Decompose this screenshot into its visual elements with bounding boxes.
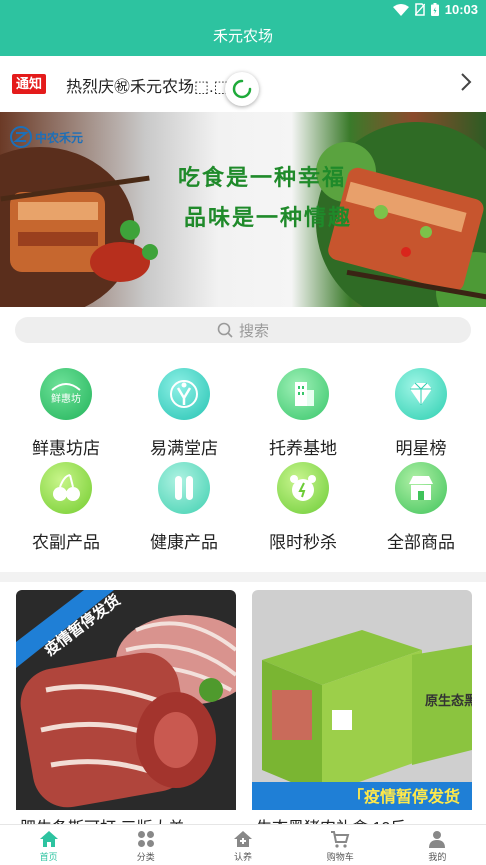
bottom-tab-bar: 首页 分类 认养 购物车 我的 (0, 824, 486, 865)
adopt-house-icon (234, 831, 252, 847)
wifi-icon (392, 3, 409, 16)
tab-profile[interactable]: 我的 (389, 825, 486, 865)
user-icon (429, 831, 446, 848)
category-all[interactable]: 全部商品 (366, 462, 476, 553)
product-image: 疫情暂停发货 (16, 590, 236, 810)
category-label: 易满堂店 (150, 439, 218, 458)
yimantang-icon (158, 368, 210, 420)
banner-logo-text: 中农禾元 (35, 130, 84, 145)
tab-category[interactable]: 分类 (97, 825, 194, 865)
category-label: 全部商品 (387, 533, 455, 552)
loading-spinner (225, 72, 259, 106)
alarm-clock-icon (277, 462, 329, 514)
fresh-shop-badge: 鲜惠坊 (51, 392, 81, 405)
tab-cart[interactable]: 购物车 (292, 825, 389, 865)
product-ribbon: 「疫情暂停发货 (348, 787, 460, 806)
chevron-right-icon[interactable] (460, 72, 472, 92)
app-title-bar: 禾元农场 (0, 20, 486, 56)
status-bar: 10:03 (0, 0, 486, 20)
cherry-icon (40, 462, 92, 514)
cart-icon (331, 831, 350, 848)
category-health[interactable]: 健康产品 (129, 462, 239, 553)
section-divider (0, 572, 486, 582)
category-label: 健康产品 (150, 533, 218, 552)
status-time: 10:03 (444, 2, 478, 17)
diamond-icon (395, 368, 447, 420)
refresh-spinner-icon (232, 79, 252, 99)
tab-label: 分类 (136, 852, 155, 862)
product-card[interactable]: 疫情暂停发货 肥牛条斯可打:三版大羊 (16, 590, 236, 824)
home-icon (39, 831, 58, 847)
category-base[interactable]: 托养基地 (248, 368, 358, 459)
grid-icon (137, 831, 154, 847)
banner-slogan-1: 吃食是一种幸福 (178, 165, 347, 190)
status-icons: 10:03 (392, 2, 478, 17)
notice-badge: 通知 (12, 74, 46, 94)
category-label: 鲜惠坊店 (32, 439, 100, 458)
category-label: 明星榜 (395, 439, 447, 458)
tab-label: 我的 (428, 852, 447, 862)
page-title: 禾元农场 (212, 28, 273, 45)
box-brand-text: 原生态黑 (425, 693, 472, 709)
category-yimantang[interactable]: 易满堂店 (129, 368, 239, 459)
product-card[interactable]: 原生态黑 「疫情暂停发货 生态黑猪肉礼盒 10斤 (252, 590, 472, 824)
product-title: 肥牛条斯可打:三版大羊 (20, 814, 232, 824)
product-title: 生态黑猪肉礼盒 10斤 (256, 814, 468, 824)
tab-label: 认养 (234, 852, 253, 862)
category-label: 限时秒杀 (269, 533, 337, 552)
tab-home[interactable]: 首页 (0, 825, 97, 865)
tab-label: 购物车 (326, 852, 354, 862)
search-placeholder: 搜索 (238, 322, 269, 340)
category-label: 托养基地 (269, 439, 337, 458)
search-input[interactable]: 搜索 (15, 317, 471, 343)
product-image: 原生态黑 「疫情暂停发货 (252, 590, 472, 810)
building-icon (277, 368, 329, 420)
banner-slogan-2: 品味是一种情趣 (184, 205, 353, 230)
tab-label: 首页 (39, 852, 58, 862)
category-fresh-shop[interactable]: 鲜惠坊 鲜惠坊店 (11, 368, 121, 459)
tab-adopt[interactable]: 认养 (194, 825, 291, 865)
category-label: 农副产品 (32, 533, 100, 552)
promo-banner[interactable]: 中农禾元 吃食是一种幸福 品味是一种情趣 (0, 112, 486, 307)
brand-logo-icon (10, 126, 32, 148)
category-star[interactable]: 明星榜 (366, 368, 476, 459)
banner-logo: 中农禾元 (10, 126, 83, 148)
category-flash-sale[interactable]: 限时秒杀 (248, 462, 358, 553)
no-sim-icon (414, 3, 425, 16)
capsule-icon (158, 462, 210, 514)
search-icon (217, 322, 233, 338)
store-icon (395, 462, 447, 514)
battery-icon (430, 3, 439, 16)
notice-text[interactable]: 热烈庆㊗禾元农场⬚.⬚上线 (66, 73, 236, 97)
category-farm-products[interactable]: 农副产品 (11, 462, 121, 553)
fresh-shop-icon: 鲜惠坊 (40, 368, 92, 420)
